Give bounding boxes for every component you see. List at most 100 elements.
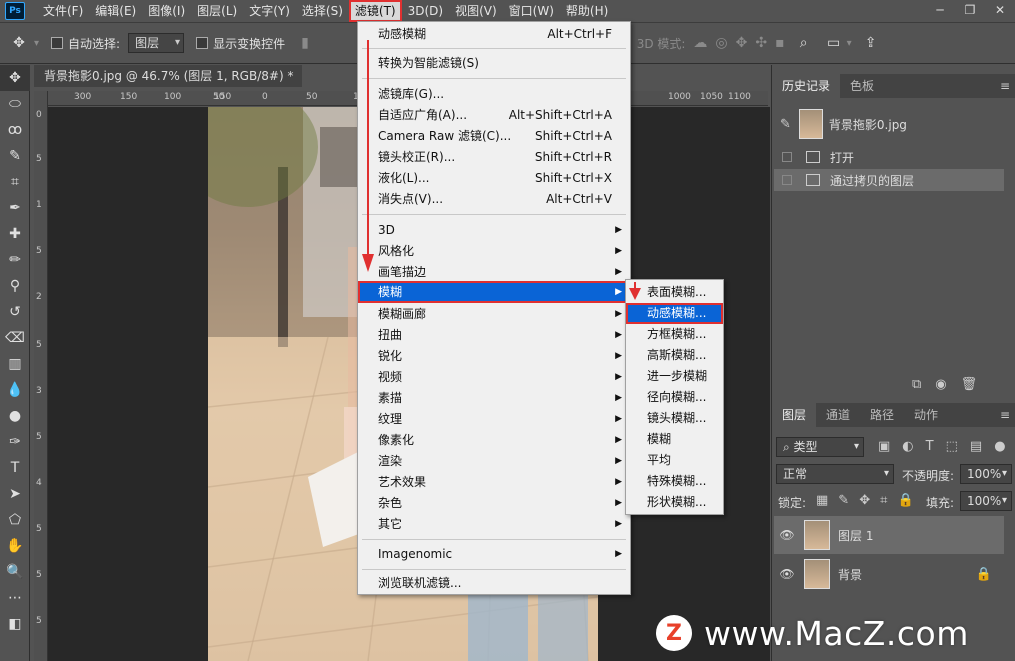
workspace-chevron-icon[interactable]: ▾ (847, 38, 852, 49)
submenu-item-radial-blur[interactable]: 径向模糊... (626, 387, 723, 408)
marquee-tool-icon[interactable]: ⬭ (0, 91, 30, 117)
menu-item-smart-filter[interactable]: 转换为智能滤镜(S) (358, 53, 630, 74)
blur-tool-icon[interactable]: 💧 (0, 377, 30, 403)
pixel-filter-icon[interactable]: ▣ (878, 439, 890, 454)
submenu-item-blur-more[interactable]: 进一步模糊 (626, 366, 723, 387)
menu-layer[interactable]: 图层(L) (191, 0, 243, 22)
menu-item-vanishing-point[interactable]: 消失点(V)... Alt+Ctrl+V (358, 189, 630, 210)
menu-item-filter-gallery[interactable]: 滤镜库(G)... (358, 84, 630, 105)
zoom-tool-icon[interactable]: 🔍 (0, 559, 30, 585)
menu-help[interactable]: 帮助(H) (560, 0, 614, 22)
opacity-input[interactable]: 100% (960, 464, 1012, 484)
menu-item-artistic[interactable]: 艺术效果 ▶ (358, 472, 630, 493)
menu-item-stylize[interactable]: 风格化 ▶ (358, 241, 630, 262)
document-tab[interactable]: 背景拖影0.jpg @ 46.7% (图层 1, RGB/8#) * × (34, 65, 302, 87)
tab-history[interactable]: 历史记录 (772, 74, 841, 98)
roll-3d-icon[interactable]: ◎ (715, 35, 727, 51)
menu-item-browse-online[interactable]: 浏览联机滤镜... (358, 573, 630, 594)
history-state-checkbox[interactable] (782, 152, 792, 162)
menu-item-render[interactable]: 渲染 ▶ (358, 451, 630, 472)
history-brush-tool-icon[interactable]: ↺ (0, 299, 30, 325)
panel-menu-icon[interactable]: ≡ (1000, 403, 1010, 427)
visibility-eye-icon[interactable]: 👁 (774, 528, 800, 542)
menu-item-last-filter[interactable]: 动感模糊 Alt+Ctrl+F (358, 24, 630, 45)
menu-filter[interactable]: 滤镜(T) (348, 0, 402, 22)
gradient-tool-icon[interactable]: ▥ (0, 351, 30, 377)
menu-item-camera-raw[interactable]: Camera Raw 滤镜(C)... Shift+Ctrl+A (358, 126, 630, 147)
menu-item-brush-strokes[interactable]: 画笔描边 ▶ (358, 262, 630, 283)
tab-actions[interactable]: 动作 (904, 403, 948, 427)
dodge-tool-icon[interactable]: ● (0, 403, 30, 429)
submenu-item-lens-blur[interactable]: 镜头模糊... (626, 408, 723, 429)
menu-item-blur[interactable]: 模糊 ▶ (358, 281, 630, 303)
tool-preset-chevron-icon[interactable]: ▾ (34, 38, 39, 49)
tab-channels[interactable]: 通道 (816, 403, 860, 427)
menu-item-adaptive-wide-angle[interactable]: 自适应广角(A)... Alt+Shift+Ctrl+A (358, 105, 630, 126)
tab-paths[interactable]: 路径 (860, 403, 904, 427)
lock-position-icon[interactable]: ✥ (859, 493, 870, 508)
lock-all-icon[interactable]: 🔒 (897, 493, 913, 508)
eyedropper-tool-icon[interactable]: ✒ (0, 195, 30, 221)
camera-snapshot-icon[interactable]: ◉ (935, 377, 946, 392)
menu-3d[interactable]: 3D(D) (402, 0, 449, 22)
color-swatches-icon[interactable]: ◧ (0, 611, 30, 637)
visibility-eye-icon[interactable]: 👁 (774, 567, 800, 581)
history-state[interactable]: 通过拷贝的图层 (774, 169, 1004, 191)
auto-select-checkbox[interactable] (51, 37, 64, 49)
menu-item-other[interactable]: 其它 ▶ (358, 514, 630, 535)
shape-filter-icon[interactable]: ⬚ (946, 439, 958, 454)
menu-window[interactable]: 窗口(W) (503, 0, 560, 22)
history-brush-source-icon[interactable]: ✎ (780, 117, 791, 132)
close-tab-icon[interactable]: × (301, 69, 302, 83)
history-state-checkbox[interactable] (782, 175, 792, 185)
menu-item-sharpen[interactable]: 锐化 ▶ (358, 346, 630, 367)
panel-menu-icon[interactable]: ≡ (1000, 74, 1010, 98)
crop-tool-icon[interactable]: ⌗ (0, 169, 30, 195)
restore-icon[interactable]: ❐ (955, 0, 985, 20)
quick-select-tool-icon[interactable]: ✎ (0, 143, 30, 169)
brush-tool-icon[interactable]: ✏ (0, 247, 30, 273)
type-filter-icon[interactable]: T (926, 439, 934, 454)
submenu-item-shape-blur[interactable]: 形状模糊... (626, 492, 723, 513)
menu-item-imagenomic[interactable]: Imagenomic ▶ (358, 544, 630, 565)
menu-image[interactable]: 图像(I) (142, 0, 191, 22)
menu-item-noise[interactable]: 杂色 ▶ (358, 493, 630, 514)
tab-layers[interactable]: 图层 (772, 403, 817, 427)
menu-item-3d[interactable]: 3D ▶ (358, 220, 630, 241)
menu-edit[interactable]: 编辑(E) (89, 0, 142, 22)
menu-item-lens-correction[interactable]: 镜头校正(R)... Shift+Ctrl+R (358, 147, 630, 168)
align-top-icon[interactable]: ▮ (301, 35, 309, 51)
trash-icon[interactable]: 🗑 (961, 377, 978, 392)
menu-type[interactable]: 文字(Y) (243, 0, 296, 22)
healing-brush-tool-icon[interactable]: ✚ (0, 221, 30, 247)
blend-mode-dropdown[interactable]: 正常 (776, 464, 894, 484)
menu-view[interactable]: 视图(V) (449, 0, 503, 22)
type-tool-icon[interactable]: T (0, 455, 30, 481)
lasso-tool-icon[interactable]: ꝏ (0, 117, 30, 143)
submenu-item-motion-blur[interactable]: 动感模糊... (626, 303, 723, 324)
drag-3d-icon[interactable]: ✥ (736, 35, 748, 51)
menu-item-liquify[interactable]: 液化(L)... Shift+Ctrl+X (358, 168, 630, 189)
auto-select-target-dropdown[interactable]: 图层 (128, 33, 185, 53)
menu-item-distort[interactable]: 扭曲 ▶ (358, 325, 630, 346)
adjustment-filter-icon[interactable]: ◐ (902, 439, 913, 454)
filter-toggle-icon[interactable]: ● (994, 439, 1005, 454)
slide-3d-icon[interactable]: ✣ (755, 35, 767, 51)
path-select-tool-icon[interactable]: ➤ (0, 481, 30, 507)
menu-item-video[interactable]: 视频 ▶ (358, 367, 630, 388)
lock-image-icon[interactable]: ✎ (838, 493, 849, 508)
workspace-icon[interactable]: ▭ (823, 32, 845, 54)
new-document-from-state-icon[interactable]: ⧉ (912, 377, 921, 392)
smart-object-filter-icon[interactable]: ▤ (970, 439, 982, 454)
rotate-3d-icon[interactable]: ☁ (693, 35, 707, 51)
submenu-item-blur[interactable]: 模糊 (626, 429, 723, 450)
hand-tool-icon[interactable]: ✋ (0, 533, 30, 559)
layer-row[interactable]: 👁 图层 1 (774, 516, 1004, 554)
eraser-tool-icon[interactable]: ⌫ (0, 325, 30, 351)
submenu-item-smart-blur[interactable]: 特殊模糊... (626, 471, 723, 492)
search-icon[interactable]: ⌕ (793, 32, 815, 54)
submenu-item-gaussian-blur[interactable]: 高斯模糊... (626, 345, 723, 366)
menu-item-sketch[interactable]: 素描 ▶ (358, 388, 630, 409)
layer-row[interactable]: 👁 背景 🔒 (774, 555, 1004, 593)
clone-stamp-tool-icon[interactable]: ⚲ (0, 273, 30, 299)
